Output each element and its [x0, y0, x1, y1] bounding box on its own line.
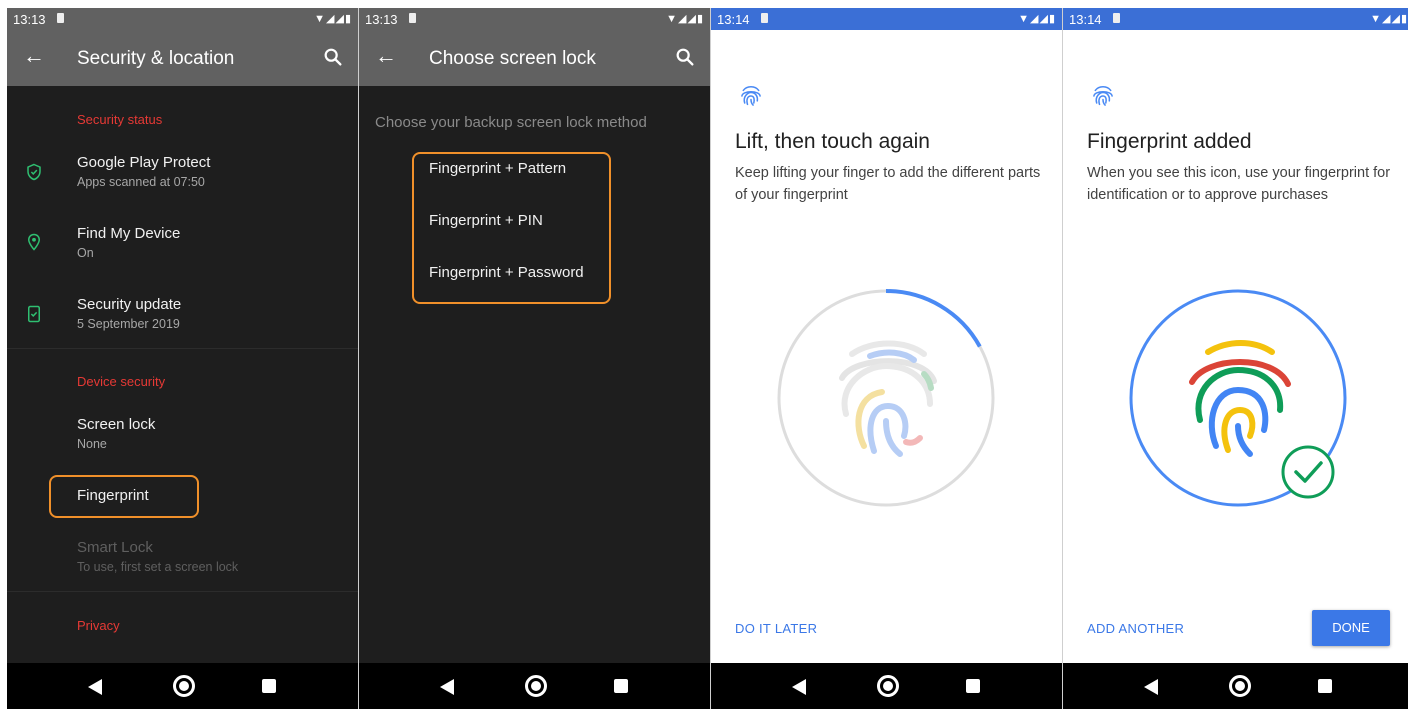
status-bar: 13:14 ▼◢◢▮ [1063, 8, 1408, 30]
system-status-icons: ▼◢◢▮ [1370, 13, 1408, 25]
pref-security-update[interactable]: Security update 5 September 2019 [77, 296, 181, 331]
nav-recents-icon[interactable] [966, 679, 980, 693]
status-time: 13:14 [1069, 12, 1102, 27]
pref-screen-lock[interactable]: Screen lock None [77, 416, 155, 451]
fingerprint-icon [1093, 85, 1113, 106]
app-bar: ← Security & location [7, 30, 358, 86]
search-icon[interactable] [322, 46, 344, 68]
pref-title: Google Play Protect [77, 154, 211, 171]
enroll-progress-ring [777, 289, 995, 507]
pref-fingerprint[interactable]: Fingerprint [77, 487, 149, 504]
arrow-left-icon[interactable]: ← [23, 43, 45, 69]
pref-title: Security update [77, 296, 182, 313]
divider [7, 591, 358, 592]
navigation-bar [711, 663, 1062, 709]
fingerprint-complete-ring [1129, 289, 1347, 507]
pref-smart-lock: Smart Lock To use, first set a screen lo… [77, 539, 238, 574]
pref-title: Find My Device [77, 225, 181, 242]
enroll-description: Keep lifting your finger to add the diff… [735, 165, 1041, 203]
enroll-title: Lift, then touch again [735, 130, 930, 153]
nav-home-icon[interactable] [877, 675, 899, 697]
nav-back-icon[interactable] [440, 679, 454, 695]
pref-title: Screen lock [77, 416, 156, 433]
status-bar: 13:14 ▼◢◢▮ [711, 8, 1062, 30]
fingerprint-graphic [1189, 340, 1291, 457]
status-time: 13:14 [717, 12, 750, 27]
fingerprint-icon [741, 85, 761, 106]
page-title: Security & location [77, 48, 235, 69]
pref-subtitle: 5 September 2019 [77, 317, 180, 331]
pref-find-my-device[interactable]: Find My Device On [77, 225, 180, 260]
option-fingerprint-pin[interactable]: Fingerprint + PIN [429, 212, 543, 229]
fingerprint-graphic [839, 340, 937, 457]
status-time: 13:13 [365, 12, 398, 27]
pref-google-play-protect[interactable]: Google Play Protect Apps scanned at 07:5… [77, 154, 210, 189]
system-status-icons: ▼◢◢▮ [1018, 13, 1056, 25]
shield-check-icon [27, 163, 41, 181]
pref-subtitle: To use, first set a screen lock [77, 560, 239, 574]
notification-icon [1113, 13, 1120, 23]
screen-subtitle: Choose your backup screen lock method [375, 114, 647, 131]
nav-back-icon[interactable] [792, 679, 806, 695]
navigation-bar [1063, 663, 1408, 709]
status-bar: 13:13 ▼◢◢▮ [359, 8, 710, 30]
section-header-device-security: Device security [77, 374, 166, 389]
search-icon[interactable] [674, 46, 696, 68]
notification-icon [57, 13, 64, 23]
nav-back-icon[interactable] [88, 679, 102, 695]
check-circle-icon [1281, 445, 1335, 499]
notification-icon [409, 13, 416, 23]
security-location-screen: 13:13 ▼◢◢▮ ← Security & location Securit… [7, 8, 358, 709]
fingerprint-added-screen: 13:14 ▼◢◢▮ Fingerprint added When you se… [1063, 8, 1408, 709]
security-update-icon [28, 305, 40, 323]
nav-recents-icon[interactable] [614, 679, 628, 693]
location-pin-icon [27, 233, 41, 251]
added-description: When you see this icon, use your fingerp… [1087, 165, 1391, 203]
page-title: Choose screen lock [429, 48, 596, 69]
nav-home-icon[interactable] [1229, 675, 1251, 697]
pref-subtitle: None [77, 437, 107, 451]
add-another-button[interactable]: ADD ANOTHER [1087, 621, 1184, 636]
arrow-left-icon[interactable]: ← [375, 43, 397, 69]
navigation-bar [359, 663, 710, 709]
nav-home-icon[interactable] [525, 675, 547, 697]
nav-back-icon[interactable] [1144, 679, 1158, 695]
status-time: 13:13 [13, 12, 46, 27]
option-fingerprint-password[interactable]: Fingerprint + Password [429, 264, 584, 281]
fingerprint-enroll-screen: 13:14 ▼◢◢▮ Lift, then touch again Keep l… [711, 8, 1062, 709]
do-it-later-button[interactable]: DO IT LATER [735, 621, 817, 636]
system-status-icons: ▼◢◢▮ [666, 13, 704, 25]
section-header-privacy: Privacy [77, 618, 120, 633]
divider [7, 348, 358, 349]
app-bar: ← Choose screen lock [359, 30, 710, 86]
pref-subtitle: Apps scanned at 07:50 [77, 175, 205, 189]
pref-subtitle: On [77, 246, 94, 260]
done-button[interactable]: DONE [1312, 610, 1390, 646]
option-fingerprint-pattern[interactable]: Fingerprint + Pattern [429, 160, 566, 177]
section-header-security-status: Security status [77, 112, 163, 127]
notification-icon [761, 13, 768, 23]
added-title: Fingerprint added [1087, 130, 1252, 153]
nav-home-icon[interactable] [173, 675, 195, 697]
choose-screen-lock-screen: 13:13 ▼◢◢▮ ← Choose screen lock Choose y… [359, 8, 710, 709]
nav-recents-icon[interactable] [1318, 679, 1332, 693]
system-status-icons: ▼◢◢▮ [314, 13, 352, 25]
nav-recents-icon[interactable] [262, 679, 276, 693]
pref-title: Smart Lock [77, 539, 153, 556]
navigation-bar [7, 663, 358, 709]
pref-title: Fingerprint [77, 487, 149, 504]
status-bar: 13:13 ▼◢◢▮ [7, 8, 358, 30]
